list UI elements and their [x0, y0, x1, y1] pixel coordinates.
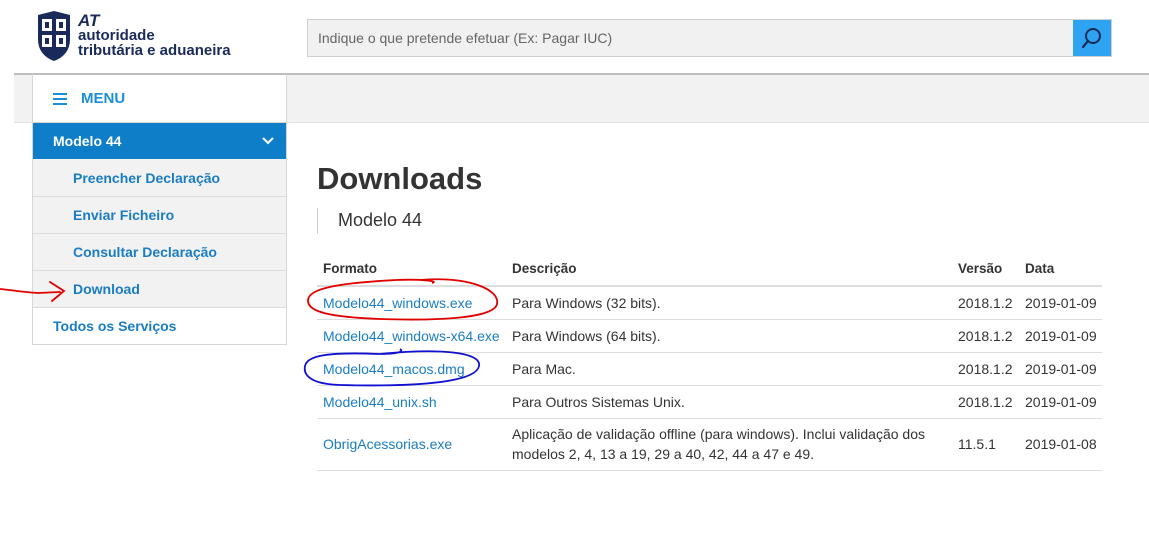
file-cell: ObrigAcessorias.exe — [317, 418, 506, 471]
description-cell: Para Outros Sistemas Unix. — [506, 385, 952, 419]
downloads-table: Formato Descrição Versão Data Modelo44_w… — [317, 252, 1102, 471]
coat-of-arms-icon — [38, 11, 70, 61]
table-row: Modelo44_macos.dmg Para Mac. 2018.1.2 20… — [317, 352, 1102, 386]
menu-label: MENU — [81, 90, 126, 107]
date-cell: 2019-01-09 — [1019, 286, 1102, 320]
download-link-obrigacessorias[interactable]: ObrigAcessorias.exe — [323, 436, 452, 452]
file-cell: Modelo44_windows-x64.exe — [317, 319, 506, 353]
file-cell: Modelo44_macos.dmg — [317, 352, 506, 386]
description-cell: Para Mac. — [506, 352, 952, 386]
sidebar-item-enviar-ficheiro[interactable]: Enviar Ficheiro — [33, 196, 286, 233]
logo-at: AT — [78, 11, 100, 30]
table-header-row: Formato Descrição Versão Data — [317, 252, 1102, 287]
logo-line-2: tributária e aduaneira — [78, 42, 231, 59]
download-link-unix[interactable]: Modelo44_unix.sh — [323, 394, 437, 410]
sidebar-item-preencher-declaracao[interactable]: Preencher Declaração — [33, 159, 286, 196]
table-row: Modelo44_windows.exe Para Windows (32 bi… — [317, 286, 1102, 320]
logo-text: AT autoridade tributária e aduaneira — [78, 11, 231, 59]
table-row: ObrigAcessorias.exe Aplicação de validaç… — [317, 418, 1102, 471]
date-cell: 2019-01-08 — [1019, 418, 1102, 471]
date-cell: 2019-01-09 — [1019, 352, 1102, 386]
sidebar-item-label: Todos os Serviços — [53, 318, 177, 334]
search-box — [307, 19, 1112, 57]
table-row: Modelo44_windows-x64.exe Para Windows (6… — [317, 319, 1102, 353]
download-link-macos[interactable]: Modelo44_macos.dmg — [323, 361, 465, 377]
download-link-windows[interactable]: Modelo44_windows.exe — [323, 295, 472, 311]
page-subtitle: Modelo 44 — [317, 208, 422, 234]
table-row: Modelo44_unix.sh Para Outros Sistemas Un… — [317, 385, 1102, 419]
search-input[interactable] — [308, 20, 1073, 56]
sidebar-item-label: Modelo 44 — [53, 133, 122, 149]
sidebar-item-label: Download — [73, 281, 140, 297]
description-cell: Para Windows (32 bits). — [506, 286, 952, 320]
sidebar-item-label: Preencher Declaração — [73, 169, 221, 186]
sidebar-item-consultar-declaracao[interactable]: Consultar Declaração — [33, 233, 286, 270]
download-link-windows-x64[interactable]: Modelo44_windows-x64.exe — [323, 328, 500, 344]
at-logo[interactable]: AT autoridade tributária e aduaneira — [34, 8, 254, 64]
sidebar-item-download[interactable]: Download — [33, 270, 286, 307]
page: AT autoridade tributária e aduaneira MEN… — [0, 0, 1149, 557]
date-cell: 2019-01-09 — [1019, 319, 1102, 353]
menu-button[interactable]: MENU — [32, 73, 287, 123]
sidebar: Modelo 44 Preencher Declaração Enviar Fi… — [32, 123, 287, 345]
sidebar-item-label: Enviar Ficheiro — [73, 207, 175, 223]
column-header-formato: Formato — [317, 252, 506, 287]
description-cell: Aplicação de validação offline (para win… — [506, 418, 952, 471]
date-cell: 2019-01-09 — [1019, 385, 1102, 419]
version-cell: 2018.1.2 — [952, 286, 1019, 320]
page-title: Downloads — [317, 161, 483, 196]
column-header-versao: Versão — [952, 252, 1019, 287]
file-cell: Modelo44_unix.sh — [317, 385, 506, 419]
sidebar-item-todos-os-servicos[interactable]: Todos os Serviços — [33, 307, 286, 344]
hamburger-icon — [53, 92, 67, 105]
version-cell: 11.5.1 — [952, 418, 1019, 471]
logo-line-1: autoridade — [78, 27, 155, 44]
chevron-down-icon — [262, 137, 274, 145]
search-button[interactable] — [1073, 20, 1111, 56]
description-cell: Para Windows (64 bits). — [506, 319, 952, 353]
column-header-data: Data — [1019, 252, 1102, 287]
version-cell: 2018.1.2 — [952, 352, 1019, 386]
column-header-descricao: Descrição — [506, 252, 952, 287]
search-icon — [1081, 28, 1101, 49]
version-cell: 2018.1.2 — [952, 319, 1019, 353]
file-cell: Modelo44_windows.exe — [317, 286, 506, 320]
sidebar-item-label: Consultar Declaração — [73, 244, 217, 260]
version-cell: 2018.1.2 — [952, 385, 1019, 419]
sidebar-item-modelo-44[interactable]: Modelo 44 — [33, 123, 286, 159]
